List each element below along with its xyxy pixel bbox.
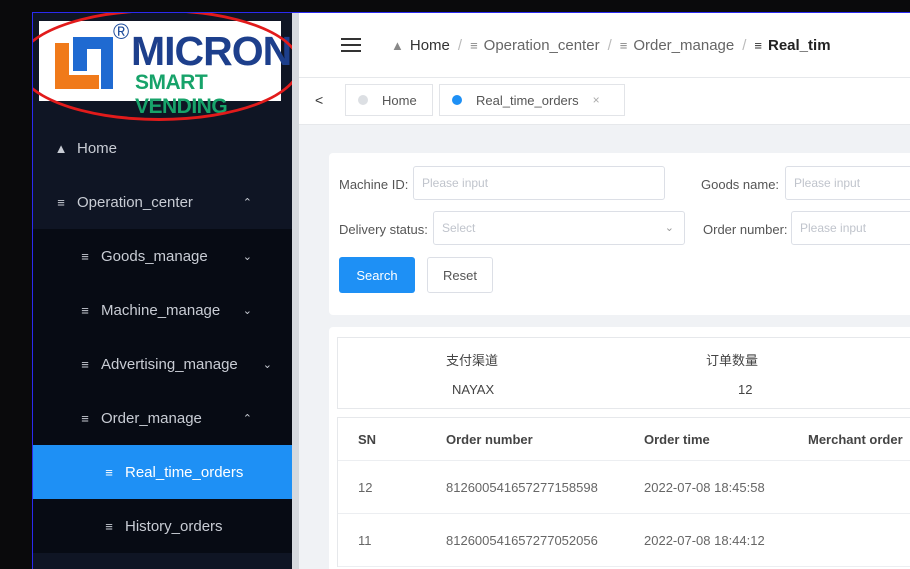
chevron-down-icon: ⌄ (242, 304, 252, 317)
summary-value-channel: NAYAX (452, 382, 495, 397)
summary-value-count: 12 (738, 382, 753, 397)
breadcrumb-separator: / (457, 36, 463, 54)
reset-button[interactable]: Reset (427, 257, 493, 293)
tab-label: Real_time_orders (476, 92, 579, 108)
chevron-up-icon: ⌃ (242, 196, 252, 209)
delivery-status-select[interactable]: Select ⌄ (433, 211, 685, 245)
chevron-down-icon: ⌄ (664, 222, 674, 234)
menu-icon: ≡ (470, 37, 478, 53)
summary-table: 支付渠道 订单数量 NAYAX 12 (337, 337, 910, 409)
chevron-down-icon: ⌄ (262, 358, 272, 371)
delivery-status-label: Delivery status: (339, 222, 428, 237)
cell-order-time: 2022-07-08 18:44:12 (644, 532, 765, 548)
cell-sn: 11 (358, 532, 372, 548)
close-icon[interactable]: × (593, 93, 600, 107)
order-number-label: Order number: (703, 222, 788, 237)
top-navbar: ▲ Home / ≡ Operation_center / ≡ Order_ma… (299, 13, 910, 78)
column-header-order-time[interactable]: Order time (644, 418, 710, 460)
sidebar-item-label: Goods_manage (101, 247, 208, 265)
sidebar-item-history-orders[interactable]: ≡ History_orders (33, 499, 292, 553)
sidebar-item-advertising-manage[interactable]: ≡ Advertising_manage ⌄ (33, 337, 292, 391)
home-icon: ▲ (391, 37, 404, 53)
menu-icon: ≡ (81, 356, 89, 372)
machine-id-input[interactable]: Please input (413, 166, 665, 200)
delivery-status-placeholder: Select (442, 221, 476, 235)
table-row[interactable]: 12 812600541657277158598 2022-07-08 18:4… (338, 461, 910, 514)
machine-id-label: Machine ID: (339, 177, 409, 192)
sidebar-item-label: Advertising_manage (101, 355, 238, 373)
sidebar-item-label: Machine_manage (101, 301, 221, 319)
order-number-input[interactable]: Please input (791, 211, 910, 245)
column-header-sn[interactable]: SN (358, 418, 376, 460)
logo-area: ® MICRON SMART VENDING (33, 13, 301, 121)
sidebar-item-real-time-orders[interactable]: ≡ Real_time_orders (33, 445, 292, 499)
goods-name-label: Goods name: (701, 177, 780, 192)
sidebar-item-order-manage[interactable]: ≡ Order_manage ⌃ (33, 391, 292, 445)
sidebar-item-label: Order_manage (101, 409, 202, 427)
tab-real-time-orders[interactable]: Real_time_orders × (439, 84, 625, 116)
table-header-row: SN Order number Order time Merchant orde… (338, 418, 910, 461)
cell-order-number: 812600541657277052056 (446, 532, 598, 548)
sidebar-item-label: Real_time_orders (125, 463, 244, 481)
orders-panel: 支付渠道 订单数量 NAYAX 12 SN Order number Order… (329, 327, 910, 569)
cell-order-number: 812600541657277158598 (446, 479, 598, 495)
app-window: ® MICRON SMART VENDING ▲ Home ≡ Operatio… (32, 12, 910, 569)
breadcrumb: ▲ Home / ≡ Operation_center / ≡ Order_ma… (391, 37, 831, 54)
column-header-order-number[interactable]: Order number (446, 418, 533, 460)
breadcrumb-separator: / (607, 36, 612, 54)
cell-order-time: 2022-07-08 18:45:58 (644, 479, 765, 495)
sidebar-item-machine-manage[interactable]: ≡ Machine_manage ⌄ (33, 283, 292, 337)
menu-icon: ≡ (81, 248, 89, 264)
menu-icon: ≡ (57, 194, 65, 210)
cell-sn: 12 (358, 479, 373, 495)
menu-icon: ≡ (81, 302, 89, 318)
tab-home[interactable]: Home (345, 84, 433, 116)
sidebar-menu: ▲ Home ≡ Operation_center ⌃ ≡ Goods_mana… (33, 121, 292, 553)
home-icon: ▲ (54, 140, 68, 156)
sidebar-divider[interactable] (292, 13, 299, 569)
filter-panel: Machine ID: Please input Goods name: Ple… (329, 153, 910, 315)
menu-icon: ≡ (81, 410, 89, 426)
breadcrumb-operation-center[interactable]: Operation_center (484, 37, 600, 54)
hamburger-icon[interactable] (341, 34, 361, 56)
tabs-scroll-left-icon[interactable]: < (315, 92, 323, 108)
orders-table: SN Order number Order time Merchant orde… (337, 417, 910, 567)
breadcrumb-home[interactable]: Home (410, 37, 450, 54)
sidebar: ® MICRON SMART VENDING ▲ Home ≡ Operatio… (33, 13, 301, 569)
tab-active-dot-icon (452, 95, 462, 105)
goods-name-input[interactable]: Please input (785, 166, 910, 200)
sidebar-item-home[interactable]: ▲ Home (33, 121, 292, 175)
sidebar-item-label: History_orders (125, 517, 223, 535)
breadcrumb-order-manage[interactable]: Order_manage (633, 37, 734, 54)
main-content: ▲ Home / ≡ Operation_center / ≡ Order_ma… (299, 13, 910, 569)
tags-view-bar: < Home Real_time_orders × (299, 78, 910, 125)
breadcrumb-separator: / (742, 36, 747, 54)
table-row[interactable]: 11 812600541657277052056 2022-07-08 18:4… (338, 514, 910, 567)
filter-icon: ≡ (105, 518, 113, 534)
summary-header-count: 订单数量 (706, 353, 759, 368)
sidebar-item-goods-manage[interactable]: ≡ Goods_manage ⌄ (33, 229, 292, 283)
sidebar-item-operation-center[interactable]: ≡ Operation_center ⌃ (33, 175, 292, 229)
summary-header-channel: 支付渠道 (446, 353, 499, 368)
filter-icon: ≡ (105, 464, 113, 480)
filter-icon: ≡ (754, 37, 762, 53)
chevron-up-icon: ⌃ (242, 412, 252, 425)
column-header-merchant-order[interactable]: Merchant order (808, 418, 903, 460)
sidebar-item-label: Operation_center (77, 193, 193, 211)
sidebar-item-label: Home (77, 139, 118, 157)
chevron-down-icon: ⌄ (242, 250, 252, 263)
menu-icon: ≡ (619, 37, 628, 53)
search-button[interactable]: Search (339, 257, 415, 293)
breadcrumb-current: Real_tim (768, 36, 831, 54)
tab-dot-icon (358, 95, 368, 105)
tab-label: Home (382, 92, 417, 108)
